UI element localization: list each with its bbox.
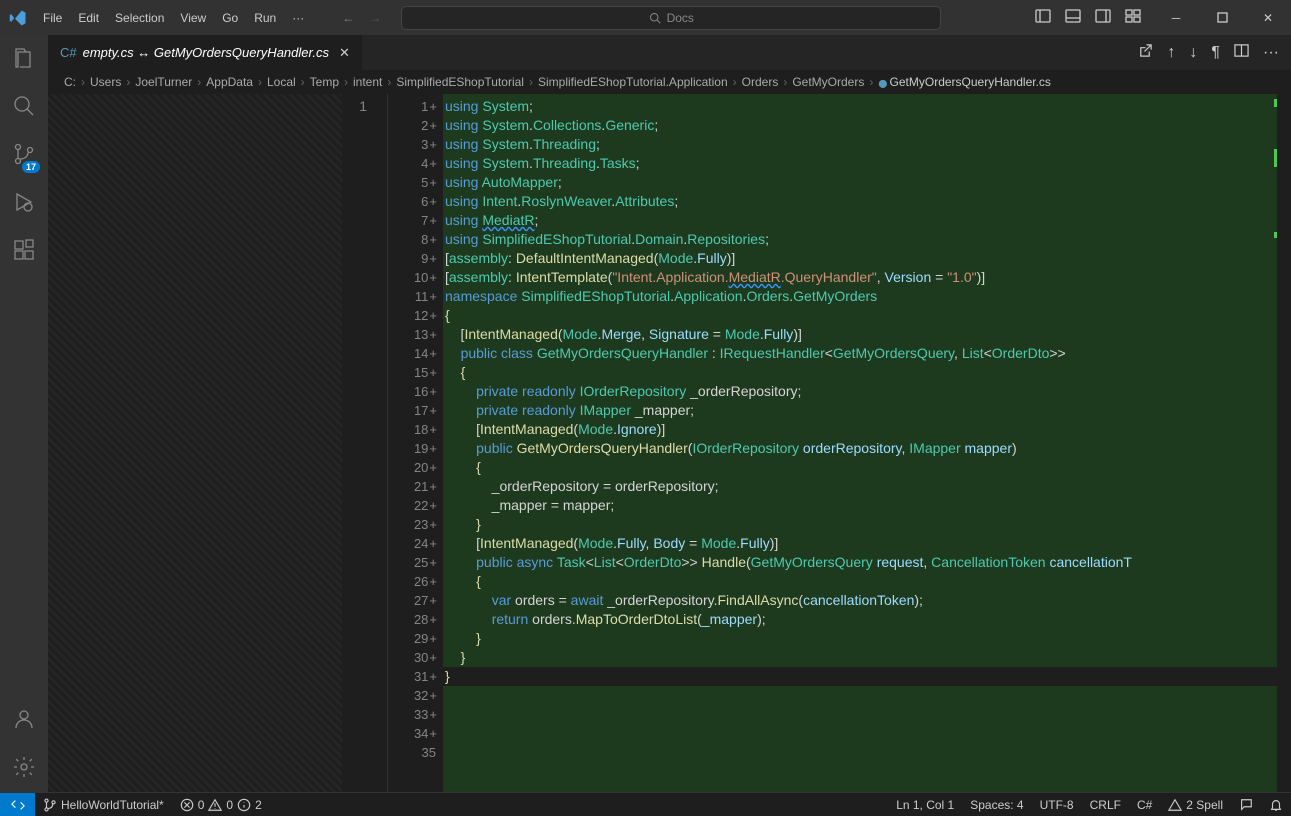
breadcrumb-seg[interactable]: Temp [310,75,339,89]
overview-ruler[interactable] [1267,94,1277,792]
menu-go[interactable]: Go [214,0,246,35]
bell-icon[interactable] [1261,793,1291,816]
diff-modified-pane[interactable]: →1+2+3+4+5+6+7+8+9+10+11+12+13+14+15+16+… [388,94,1291,792]
code-content[interactable]: using System;using System.Collections.Ge… [443,94,1277,792]
close-button[interactable]: ✕ [1245,0,1291,35]
activity-bar: 17 [0,35,48,792]
breadcrumb-seg[interactable]: Users [90,75,121,89]
line-gutter: →1+2+3+4+5+6+7+8+9+10+11+12+13+14+15+16+… [388,94,443,792]
breadcrumb-seg[interactable]: SimplifiedEShopTutorial [396,75,524,89]
menu-run[interactable]: Run [246,0,284,35]
title-bar: FileEditSelectionViewGoRun··· ← → Docs ─… [0,0,1291,35]
status-bar: HelloWorldTutorial* 0 0 2 Ln 1, Col 1 Sp… [0,792,1291,816]
run-debug-icon[interactable] [0,187,48,217]
breadcrumb-seg[interactable]: AppData [206,75,253,89]
menu-selection[interactable]: Selection [107,0,172,35]
vscode-logo-icon [0,0,35,35]
remote-button[interactable] [0,793,35,816]
settings-gear-icon[interactable] [0,752,48,782]
maximize-button[interactable] [1199,0,1245,35]
minimize-button[interactable]: ─ [1153,0,1199,35]
tab-diff-file[interactable]: C# empty.cs ↔ GetMyOrdersQueryHandler.cs… [48,35,363,70]
breadcrumb-seg[interactable]: Local [267,75,296,89]
search-placeholder: Docs [667,11,694,25]
indent-status[interactable]: Spaces: 4 [962,793,1031,816]
explorer-icon[interactable] [0,43,48,73]
breadcrumb-seg[interactable]: intent [353,75,382,89]
panel-right-icon[interactable] [1095,8,1111,27]
vertical-scrollbar[interactable] [1277,94,1291,792]
split-icon[interactable] [1234,43,1249,63]
breadcrumb-seg[interactable]: JoelTurner [135,75,192,89]
menu-bar: FileEditSelectionViewGoRun··· [35,0,312,35]
branch-status[interactable]: HelloWorldTutorial* [35,793,172,816]
prev-change-icon[interactable]: ↑ [1167,44,1175,62]
diff-original-pane: 1 [48,94,388,792]
panel-left-icon[interactable] [1035,8,1051,27]
breadcrumb-seg[interactable]: C: [64,75,76,89]
menu-file[interactable]: File [35,0,70,35]
scm-badge: 17 [22,161,40,173]
next-change-icon[interactable]: ↓ [1189,44,1197,62]
layout-icon[interactable] [1125,8,1141,27]
breadcrumb-seg[interactable]: ⬤ GetMyOrdersQueryHandler.cs [878,75,1051,89]
spell-status[interactable]: 2 Spell [1160,793,1231,816]
open-file-icon[interactable] [1138,43,1153,63]
menu-edit[interactable]: Edit [70,0,107,35]
search-icon[interactable] [0,91,48,121]
nav-back-icon[interactable]: ← [342,11,354,25]
source-control-icon[interactable]: 17 [0,139,48,169]
language-status[interactable]: C# [1129,793,1160,816]
orig-line-num: 1 [342,97,367,116]
breadcrumb[interactable]: C:›Users›JoelTurner›AppData›Local›Temp›i… [48,70,1291,94]
breadcrumb-seg[interactable]: Orders [742,75,779,89]
extensions-icon[interactable] [0,235,48,265]
whitespace-icon[interactable]: ¶ [1211,44,1220,62]
feedback-icon[interactable] [1231,793,1261,816]
more-actions-icon[interactable]: ··· [1263,44,1279,62]
menu-···[interactable]: ··· [284,0,312,35]
panel-bottom-icon[interactable] [1065,8,1081,27]
breadcrumb-seg[interactable]: GetMyOrders [792,75,864,89]
encoding-status[interactable]: UTF-8 [1032,793,1082,816]
breadcrumb-seg[interactable]: SimplifiedEShopTutorial.Application [538,75,728,89]
diff-editor[interactable]: 1 →1+2+3+4+5+6+7+8+9+10+11+12+13+14+15+1… [48,94,1291,792]
tab-label: empty.cs ↔ GetMyOrdersQueryHandler.cs [83,45,329,60]
command-center-search[interactable]: Docs [401,6,941,30]
eol-status[interactable]: CRLF [1082,793,1129,816]
account-icon[interactable] [0,704,48,734]
tab-close-icon[interactable]: ✕ [339,45,350,61]
csharp-file-icon: C# [60,45,77,60]
tab-bar: C# empty.cs ↔ GetMyOrdersQueryHandler.cs… [48,35,1291,70]
cursor-pos-status[interactable]: Ln 1, Col 1 [888,793,962,816]
menu-view[interactable]: View [172,0,214,35]
problems-status[interactable]: 0 0 2 [172,793,270,816]
nav-forward-icon[interactable]: → [369,11,381,25]
